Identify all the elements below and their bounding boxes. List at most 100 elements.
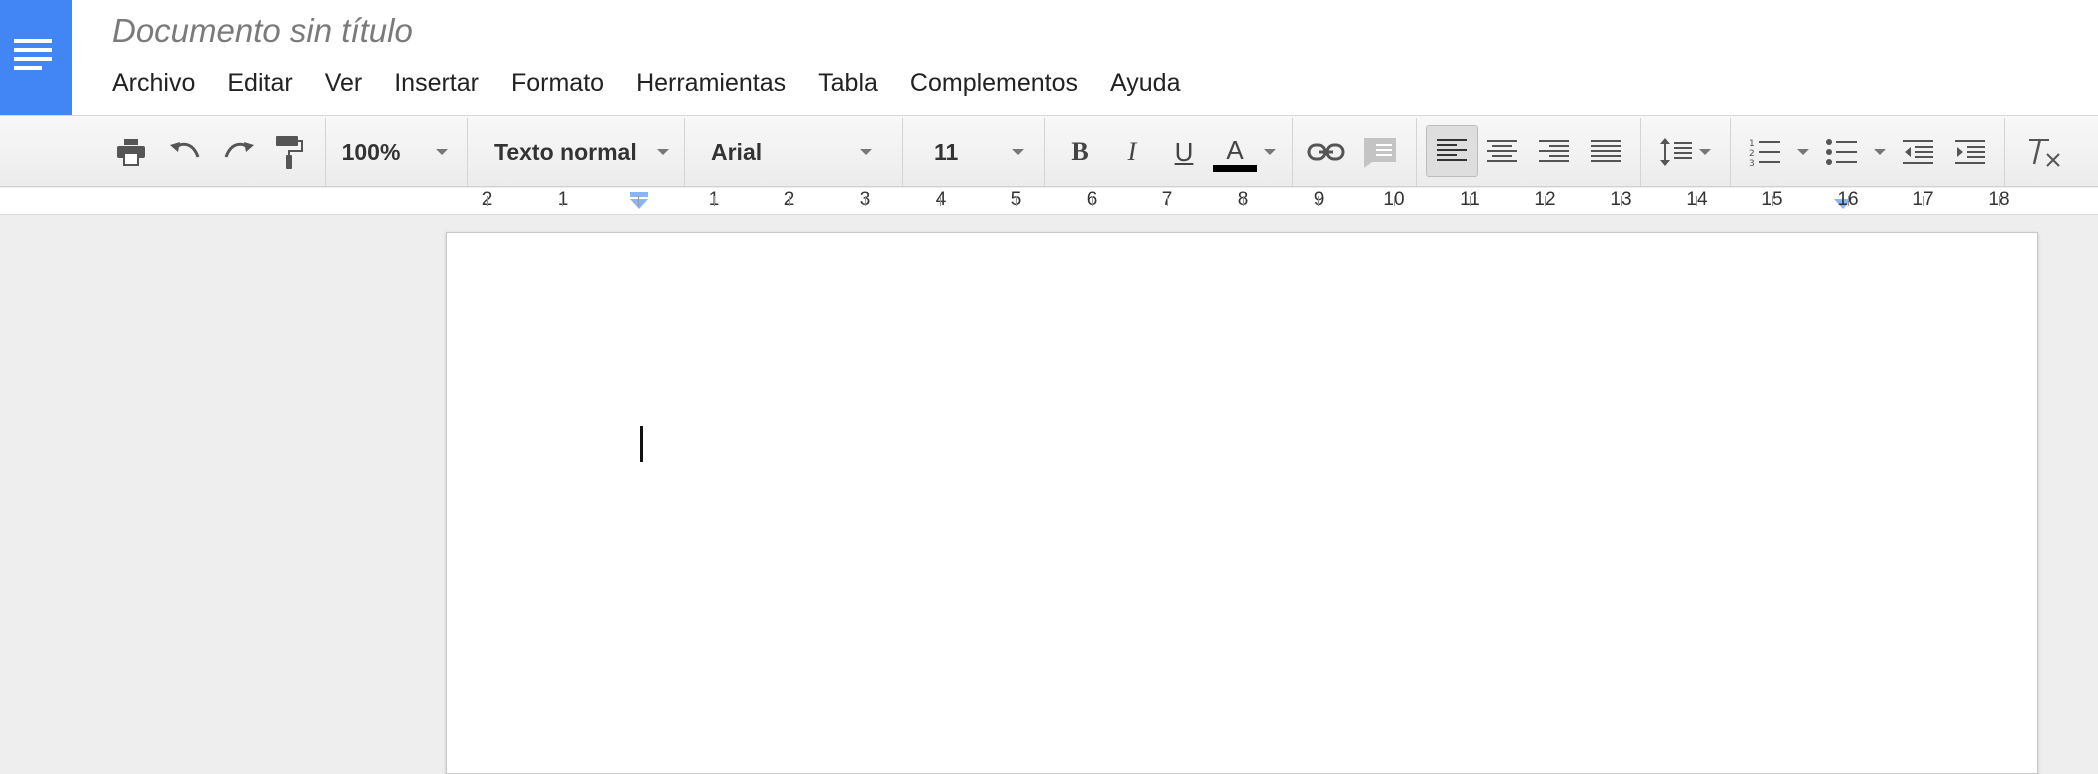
text-cursor [640,426,643,462]
menu-formato[interactable]: Formato [511,69,604,98]
ruler-label: 9 [1313,189,1325,210]
bulleted-list-button[interactable] [1822,116,1890,188]
ruler-tick [1772,196,1773,206]
line-spacing-icon [1660,138,1692,166]
menu-tabla[interactable]: Tabla [818,69,878,98]
chevron-down-icon [1264,149,1276,155]
undo-icon [170,142,200,158]
italic-icon: I [1127,137,1137,166]
ruler-tick [1092,196,1093,206]
text-color-swatch [1213,164,1257,172]
paint-format-button[interactable] [272,116,306,188]
bold-button[interactable]: B [1062,116,1098,188]
ruler-tick [1696,196,1697,206]
menu-herramientas[interactable]: Herramientas [636,69,786,98]
insert-comment-button[interactable] [1360,116,1400,188]
comment-icon [1364,138,1396,168]
chevron-down-icon [1699,149,1711,155]
app-header: Documento sin título Archivo Editar Ver … [0,0,2098,115]
align-justify-button[interactable] [1588,116,1624,188]
print-icon [117,139,145,166]
print-button[interactable] [112,116,150,188]
bulleted-list-icon [1826,139,1857,165]
clear-formatting-button[interactable] [2020,116,2066,188]
ruler-tick [1848,196,1849,206]
align-right-icon [1539,140,1569,162]
numbered-list-button[interactable]: 1 2 3 [1746,116,1812,188]
numbered-list-icon: 1 2 3 [1749,139,1780,167]
font-family-select[interactable]: Arial [694,116,884,188]
ruler-tick [1621,196,1622,206]
left-indent-marker[interactable] [630,199,648,209]
menu-archivo[interactable]: Archivo [112,69,195,98]
text-color-button[interactable]: A [1210,116,1260,188]
align-center-icon [1487,140,1517,162]
menu-bar: Archivo Editar Ver Insertar Formato Herr… [112,66,1212,100]
decrease-indent-icon [1903,140,1933,164]
menu-editar[interactable]: Editar [227,69,292,98]
ruler-tick [789,196,790,206]
align-right-button[interactable] [1536,116,1572,188]
zoom-select[interactable]: 100% [335,116,455,188]
increase-indent-button[interactable] [1952,116,1988,188]
font-family-value: Arial [711,138,763,165]
font-size-select[interactable]: 11 [912,116,1032,188]
chevron-down-icon [656,149,669,155]
paragraph-style-value: Texto normal [494,138,637,165]
svg-text:2: 2 [1749,149,1755,159]
menu-ayuda[interactable]: Ayuda [1110,69,1180,98]
docs-logo-icon[interactable] [0,0,72,115]
ruler-tick [638,196,639,206]
ruler-tick [714,196,715,206]
svg-text:3: 3 [1749,159,1755,167]
document-page[interactable] [446,232,2038,774]
ruler-markers [630,192,1852,209]
insert-link-button[interactable] [1306,116,1346,188]
align-center-button[interactable] [1484,116,1520,188]
menu-ver[interactable]: Ver [325,69,363,98]
first-line-indent-marker[interactable] [630,192,648,197]
menu-complementos[interactable]: Complementos [910,69,1078,98]
ruler-tick [1318,196,1319,206]
ruler-tick [1167,196,1168,206]
ruler-tick [1016,196,1017,206]
ruler-tick [487,196,488,206]
decrease-indent-button[interactable] [1900,116,1936,188]
chevron-down-icon [1874,149,1886,155]
increase-indent-icon [1955,140,1985,164]
ruler-tick [940,196,941,206]
ruler-tick [1243,196,1244,206]
chevron-down-icon [436,149,449,155]
italic-button[interactable]: I [1114,116,1150,188]
ruler: 2 1 1 2 3 4 5 6 7 8 9 10 11 12 13 14 15 … [0,188,2098,215]
link-icon [1307,143,1345,161]
ruler-tick [1923,196,1924,206]
ruler-tick [562,196,563,206]
document-title[interactable]: Documento sin título [112,12,413,50]
ruler-tick [1470,196,1471,206]
underline-button[interactable]: U [1166,116,1202,188]
redo-button[interactable] [220,116,258,188]
ruler-label: 14 [1686,189,1708,210]
paragraph-style-select[interactable]: Texto normal [478,116,682,188]
clear-formatting-icon [2029,138,2060,167]
text-color-icon: A [1226,134,1244,165]
line-spacing-button[interactable] [1656,116,1714,188]
zoom-value: 100% [341,138,401,165]
align-left-icon [1437,139,1467,161]
undo-button[interactable] [166,116,204,188]
align-left-button[interactable] [1426,125,1478,177]
ruler-tick [1545,196,1546,206]
font-size-value: 11 [934,138,959,165]
bold-icon: B [1071,137,1089,166]
underline-icon: U [1174,137,1194,167]
ruler-label: 1 [557,189,569,210]
text-color-dropdown[interactable] [1262,116,1278,188]
ruler-tick [865,196,866,206]
chevron-down-icon [1012,149,1024,155]
chevron-down-icon [860,149,872,155]
ruler-label: 4 [935,189,947,210]
paint-format-icon [276,136,303,169]
redo-icon [224,142,254,158]
menu-insertar[interactable]: Insertar [394,69,479,98]
